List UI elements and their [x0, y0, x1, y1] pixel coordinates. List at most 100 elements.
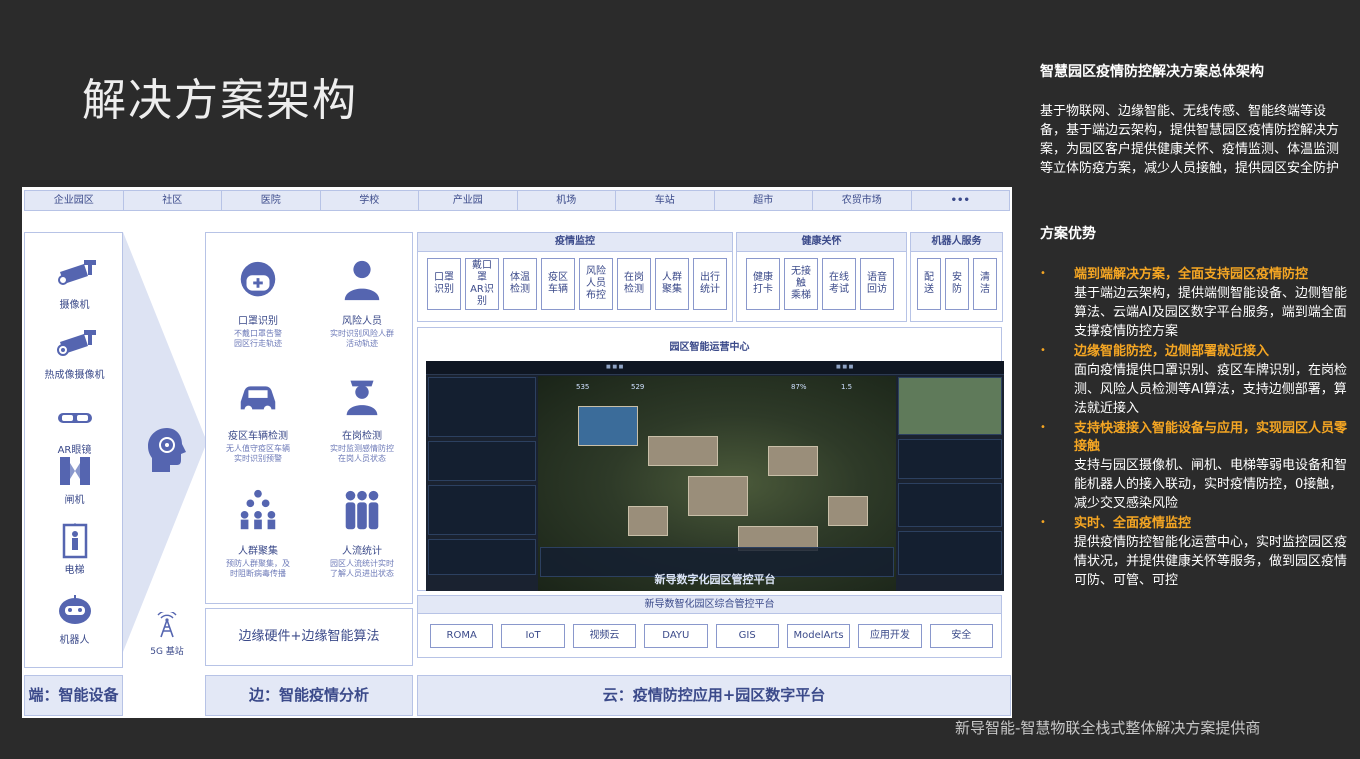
advantage-item: • 端到端解决方案，全面支持园区疫情防控 基于端边云架构，提供端侧智能设备、边侧智能… [1040, 266, 1348, 341]
stat-value-3: 87% [791, 383, 807, 391]
ai-head-icon [148, 428, 186, 472]
dashboard-left-panel-1 [428, 377, 536, 437]
advantages-heading: 方案优势 [1040, 226, 1096, 242]
device-label: 闸机 [64, 495, 85, 506]
antenna-icon [157, 610, 177, 638]
device-item: AR眼镜 [25, 403, 124, 456]
advantage-desc: 面向疫情提供口罩识别、疫区车牌识别，在岗检测、风险人员检测等AI算法，支持边侧部… [1074, 363, 1348, 416]
advantage-item: • 实时、全面疫情监控 提供疫情防控智能化运营中心，实时监控园区疫情状况，并提供健康… [1040, 515, 1348, 590]
people-count-icon [345, 490, 379, 530]
scenario-tab[interactable]: 机场 [518, 191, 616, 210]
mask-icon [240, 261, 276, 297]
robot-service-group: 机器人服务 配 送安 防清 洁 [910, 232, 1003, 322]
scenario-tab[interactable]: 社区 [124, 191, 222, 210]
health-care-group: 健康关怀 健康 打卡 无接触 乘梯 在线 考试 语音 回访 [736, 232, 907, 322]
advantage-desc: 提供疫情防控智能化运营中心，实时监控园区疫情状况，并提供健康关怀等服务，做到园区… [1074, 535, 1348, 588]
platform-service-button[interactable]: 视频云 [572, 624, 637, 648]
function-chip[interactable]: 出行 统计 [693, 258, 727, 310]
advantage-item: • 边缘智能防控，边侧部署就近接入 面向疫情提供口罩识别、疫区车牌识别，在岗检测、风… [1040, 343, 1348, 418]
platform-service-button[interactable]: 应用开发 [858, 624, 922, 648]
scenario-tab[interactable]: 车站 [616, 191, 715, 210]
device-item: 摄像机 [25, 258, 124, 311]
platform-service-button[interactable]: ROMA [430, 624, 494, 648]
function-chip[interactable]: 体温 检测 [503, 258, 537, 310]
dashboard-right-panel-2 [898, 439, 1002, 479]
scenario-tab[interactable]: 超市 [715, 191, 813, 210]
epidemic-monitor-title: 疫情监控 [418, 233, 732, 252]
edge-ai-item: 在岗检测 实时监测感情防控 在岗人员状态 [310, 373, 414, 464]
function-chip[interactable]: 无接触 乘梯 [784, 258, 818, 310]
dashboard-left-panel-4 [428, 539, 536, 575]
car-icon [240, 386, 276, 414]
function-chip[interactable]: 清 洁 [973, 258, 997, 310]
dashboard-topbar: ■ ■ ■ ■ ■ ■ [426, 361, 1004, 375]
thermal-camera-icon [56, 330, 96, 356]
device-item: 闸机 [25, 453, 124, 506]
advantage-desc: 基于端边云架构，提供端侧智能设备、边侧智能算法、云端AI及园区数字平台服务，端到… [1074, 286, 1348, 339]
advantage-desc: 支持与园区摄像机、闸机、电梯等弱电设备和智能机器人的接入联动，实时疫情防控，0接… [1074, 458, 1348, 511]
scenario-tab[interactable]: 产业园 [419, 191, 518, 210]
bullet-icon: • [1040, 517, 1046, 528]
edge-ai-name: 疫区车辆检测 [228, 431, 288, 442]
camera-icon [57, 260, 96, 285]
edge-ai-desc: 实时识别风险人群 活动轨迹 [330, 329, 394, 348]
scenario-tab[interactable]: ••• [912, 191, 1010, 210]
advantages-list: • 端到端解决方案，全面支持园区疫情防控 基于端边云架构，提供端侧智能设备、边侧智能… [1040, 266, 1348, 590]
layer-end-label: 端：智能设备 [24, 675, 123, 716]
scenario-tab[interactable]: 医院 [222, 191, 321, 210]
scenario-tab[interactable]: 企业园区 [25, 191, 124, 210]
function-chip[interactable]: 疫区 车辆 [541, 258, 575, 310]
architecture-diagram: 企业园区 社区 医院 学校 产业园 机场 车站 超市 农贸市场 ••• 摄像机 热成像摄像机 AR眼镜… [22, 187, 1012, 718]
dashboard-screenshot: ■ ■ ■ ■ ■ ■ 535 529 87% 1.5 新导数字化园区管控平台 [426, 361, 1004, 591]
gateway-label: 5G 基站 [150, 647, 184, 657]
edge-ai-item: 人群聚集 预防人群聚集，及 时阻断病毒传播 [206, 488, 310, 579]
platform-service-button[interactable]: ModelArts [786, 624, 851, 648]
edge-footer: 边缘硬件+边缘智能算法 [205, 608, 413, 666]
5g-base-station: 5G 基站 [140, 610, 194, 657]
advantage-title: 边缘智能防控，边侧部署就近接入 [1074, 344, 1270, 359]
function-chip[interactable]: 健康 打卡 [746, 258, 780, 310]
elevator-icon [62, 523, 87, 559]
company-tagline: 新导智能-智慧物联全栈式整体解决方案提供商 [955, 719, 1261, 737]
operations-center-title: 园区智能运营中心 [669, 342, 750, 353]
platform-service-button[interactable]: DAYU [644, 624, 708, 648]
edge-ai-desc: 不戴口罩告警 园区行走轨迹 [234, 329, 282, 348]
dashboard-left-panel-2 [428, 441, 536, 481]
function-chip[interactable]: 戴口罩 AR识别 [465, 258, 499, 310]
function-chip[interactable]: 风险 人员 布控 [579, 258, 613, 310]
device-label: 机器人 [59, 635, 90, 646]
scenario-tab[interactable]: 学校 [321, 191, 419, 210]
platform-service-button[interactable]: GIS [715, 624, 779, 648]
edge-ai-item: 人流统计 园区人流统计实时 了解人员进出状态 [310, 488, 414, 579]
function-chip[interactable]: 人群 聚集 [655, 258, 689, 310]
robot-service-title: 机器人服务 [911, 233, 1002, 252]
guard-icon [346, 380, 378, 416]
overview-text: 基于物联网、边缘智能、无线传感、智能终端等设备，基于端边云架构，提供智慧园区疫情… [1040, 104, 1340, 176]
edge-ai-desc: 无人值守疫区车辆 实时识别预警 [226, 444, 290, 463]
function-chip[interactable]: 安 防 [945, 258, 969, 310]
platform-service-button[interactable]: 安全 [929, 624, 993, 648]
device-item: 机器人 [25, 593, 124, 646]
platform-service-button[interactable]: IoT [501, 624, 565, 648]
robot-icon [58, 595, 91, 624]
operations-center: 园区智能运营中心 ■ ■ ■ ■ ■ ■ 535 529 87% 1.5 新导数… [417, 327, 1004, 591]
edge-ai-name: 风险人员 [342, 316, 382, 327]
edge-ai-item: 疫区车辆检测无人值守疫区车辆 实时识别预警 [206, 373, 310, 464]
device-label: 摄像机 [59, 300, 90, 311]
function-chip[interactable]: 口罩 识别 [427, 258, 461, 310]
edge-ai-item: 风险人员实时识别风险人群 活动轨迹 [310, 258, 414, 349]
function-chip[interactable]: 语音 回访 [860, 258, 894, 310]
bullet-icon: • [1040, 268, 1046, 279]
edge-ai-desc: 预防人群聚集，及 时阻断病毒传播 [226, 559, 290, 578]
scenario-tab[interactable]: 农贸市场 [813, 191, 912, 210]
function-chip[interactable]: 在岗 检测 [617, 258, 651, 310]
stat-value-1: 535 [576, 383, 590, 391]
description-panel: 智慧园区疫情防控解决方案总体架构 基于物联网、边缘智能、无线传感、智能终端等设备… [1040, 62, 1348, 592]
function-chip[interactable]: 配 送 [917, 258, 941, 310]
advantage-item: • 支持快速接入智能设备与应用，实现园区人员零接触支持与园区摄像机、闸机、电梯等弱… [1040, 420, 1348, 513]
bullet-icon: • [1040, 422, 1046, 433]
function-chip[interactable]: 在线 考试 [822, 258, 856, 310]
layer-edge-label: 边：智能疫情分析 [205, 675, 413, 716]
dashboard-right-panel-4 [898, 531, 1002, 575]
advantage-title: 支持快速接入智能设备与应用，实现园区人员零接触 [1074, 421, 1348, 454]
